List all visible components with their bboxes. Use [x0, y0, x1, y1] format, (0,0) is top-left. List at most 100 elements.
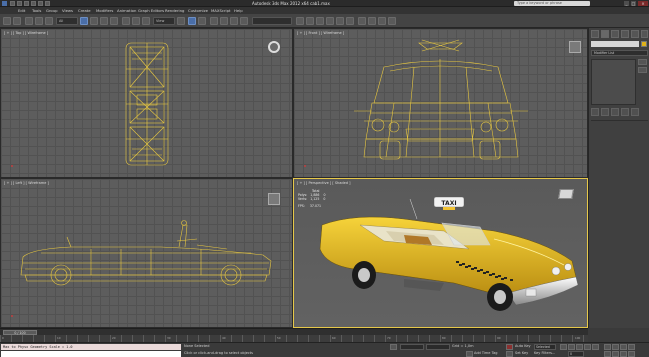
reference-coordinate-dropdown[interactable]: View — [153, 17, 175, 25]
angle-snap-icon[interactable] — [220, 17, 228, 25]
play-icon[interactable] — [576, 344, 583, 350]
minimize-button[interactable]: _ — [624, 1, 629, 6]
rendered-frame-window-icon[interactable] — [378, 17, 386, 25]
undo-tool-icon[interactable] — [3, 17, 11, 25]
save-file-icon[interactable] — [24, 1, 29, 6]
y-coordinate-field[interactable] — [426, 344, 450, 350]
go-to-start-icon[interactable] — [560, 344, 567, 350]
display-tab-icon[interactable] — [631, 30, 639, 38]
new-file-icon[interactable] — [10, 1, 15, 6]
viewcube-top-icon[interactable] — [268, 41, 280, 53]
show-end-result-icon[interactable] — [601, 108, 609, 116]
menu-tools[interactable]: Tools — [32, 8, 41, 13]
set-key-icon[interactable] — [506, 351, 513, 357]
select-by-name-icon[interactable] — [90, 17, 98, 25]
viewport-front[interactable]: [ + ] [ Front ] [ Wireframe ] — [293, 28, 588, 178]
maximize-button[interactable]: □ — [631, 1, 636, 6]
percent-snap-icon[interactable] — [230, 17, 238, 25]
stack-show-end-icon[interactable] — [638, 67, 647, 73]
pan-view-icon[interactable] — [612, 351, 619, 357]
time-slider[interactable]: 0 / 100 — [0, 328, 588, 335]
selection-filter-dropdown[interactable]: All — [56, 17, 78, 25]
rectangular-selection-icon[interactable] — [100, 17, 108, 25]
menu-animation[interactable]: Animation — [117, 8, 136, 13]
select-and-rotate-icon[interactable] — [132, 17, 140, 25]
menu-group[interactable]: Group — [46, 8, 58, 13]
search-input[interactable]: Type a keyword or phrase — [514, 1, 590, 6]
named-selection-sets-dropdown[interactable] — [252, 17, 292, 25]
utilities-tab-icon[interactable] — [641, 30, 648, 38]
snaps-toggle-icon[interactable] — [210, 17, 218, 25]
bind-space-warp-icon[interactable] — [45, 17, 53, 25]
add-time-tag-icon[interactable] — [466, 351, 473, 357]
remove-modifier-icon[interactable] — [621, 108, 629, 116]
set-key-button[interactable]: Set Key — [515, 351, 528, 355]
curve-editor-icon[interactable] — [336, 17, 344, 25]
create-tab-icon[interactable] — [591, 30, 599, 38]
select-object-icon[interactable] — [80, 17, 88, 25]
zoom-icon[interactable] — [604, 344, 611, 350]
schematic-view-icon[interactable] — [346, 17, 354, 25]
render-production-icon[interactable] — [388, 17, 396, 25]
workspace-icon[interactable] — [45, 1, 50, 6]
menu-maxscript[interactable]: MAXScript — [211, 8, 231, 13]
field-of-view-icon[interactable] — [604, 351, 611, 357]
mirror-icon[interactable] — [296, 17, 304, 25]
menu-customize[interactable]: Customize — [188, 8, 208, 13]
menu-graph-editors[interactable]: Graph Editors — [138, 8, 164, 13]
viewcube-left-icon[interactable] — [268, 193, 280, 205]
previous-frame-icon[interactable] — [568, 344, 575, 350]
material-editor-icon[interactable] — [358, 17, 366, 25]
pivot-center-icon[interactable] — [177, 17, 185, 25]
window-crossing-icon[interactable] — [110, 17, 118, 25]
select-and-move-icon[interactable] — [122, 17, 130, 25]
select-and-scale-icon[interactable] — [142, 17, 150, 25]
hierarchy-tab-icon[interactable] — [611, 30, 619, 38]
undo-icon[interactable] — [31, 1, 36, 6]
menu-edit[interactable]: Edit — [18, 8, 25, 13]
link-icon[interactable] — [25, 17, 33, 25]
auto-key-button[interactable]: Auto Key — [515, 344, 531, 348]
current-frame-field[interactable]: 0 — [568, 351, 584, 357]
motion-tab-icon[interactable] — [621, 30, 629, 38]
wire-color-swatch[interactable] — [641, 41, 647, 47]
go-to-end-icon[interactable] — [592, 344, 599, 350]
viewcube-perspective-icon[interactable] — [558, 189, 574, 199]
viewport-left[interactable]: [ + ] [ Left ] [ Wireframe ] — [0, 178, 293, 328]
close-button[interactable]: × — [638, 1, 648, 6]
render-setup-icon[interactable] — [368, 17, 376, 25]
maxscript-listener[interactable]: Max to Physx Geometry Scale = 1.0 — [1, 344, 181, 350]
orbit-icon[interactable] — [620, 351, 627, 357]
align-icon[interactable] — [306, 17, 314, 25]
modifier-stack[interactable] — [591, 59, 636, 105]
object-name-field[interactable] — [591, 41, 639, 47]
lock-selection-icon[interactable] — [390, 344, 397, 350]
viewcube-front-icon[interactable] — [569, 41, 581, 53]
keyboard-shortcut-override-icon[interactable] — [198, 17, 206, 25]
menu-modifiers[interactable]: Modifiers — [96, 8, 113, 13]
menu-help[interactable]: Help — [234, 8, 243, 13]
menu-rendering[interactable]: Rendering — [165, 8, 184, 13]
modifier-list-dropdown[interactable]: Modifier List — [591, 50, 648, 56]
redo-tool-icon[interactable] — [13, 17, 21, 25]
maximize-viewport-icon[interactable] — [628, 351, 635, 357]
make-unique-icon[interactable] — [611, 108, 619, 116]
menu-views[interactable]: Views — [62, 8, 73, 13]
menu-create[interactable]: Create — [78, 8, 91, 13]
zoom-extents-icon[interactable] — [620, 344, 627, 350]
pin-stack-icon[interactable] — [591, 108, 599, 116]
maxscript-input[interactable] — [1, 351, 181, 357]
unlink-icon[interactable] — [35, 17, 43, 25]
track-bar[interactable]: 0 10 20 30 40 50 60 70 80 90 100 — [0, 335, 588, 342]
zoom-all-icon[interactable] — [612, 344, 619, 350]
redo-icon[interactable] — [38, 1, 43, 6]
zoom-extents-all-icon[interactable] — [628, 344, 635, 350]
selected-dropdown[interactable]: Selected — [534, 344, 556, 350]
viewport-perspective[interactable]: [ + ] [ Perspective ] [ Shaded ] Total P… — [293, 178, 588, 328]
app-logo-icon[interactable] — [2, 1, 7, 6]
spinner-snap-icon[interactable] — [240, 17, 248, 25]
auto-key-icon[interactable] — [506, 344, 513, 350]
open-file-icon[interactable] — [17, 1, 22, 6]
layer-manager-icon[interactable] — [316, 17, 324, 25]
key-filters-button[interactable]: Key Filters... — [534, 351, 555, 355]
